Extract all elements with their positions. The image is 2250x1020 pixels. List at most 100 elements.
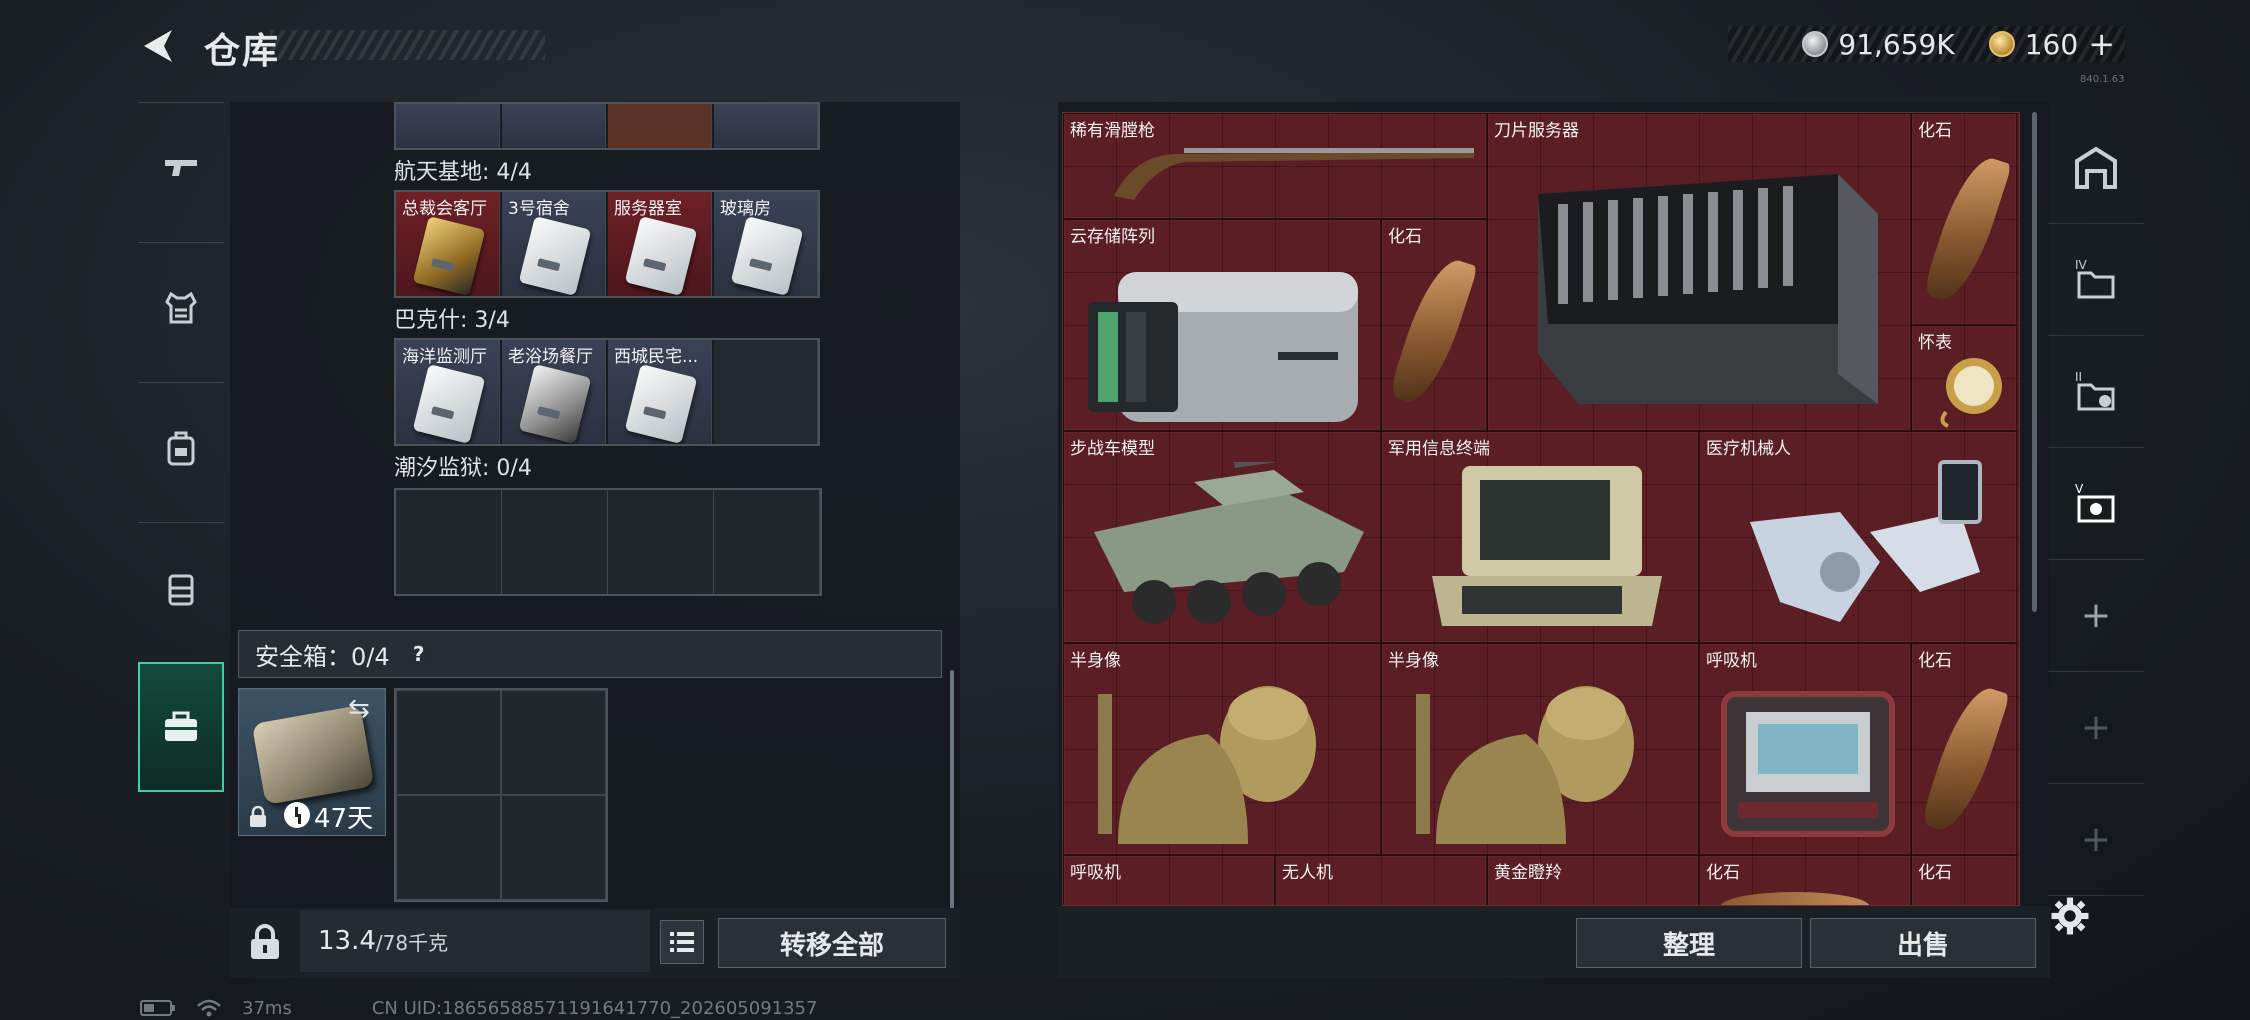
- right-scrollbar[interactable]: [2032, 112, 2037, 612]
- keycard-empty-slot[interactable]: [608, 490, 714, 594]
- item-bust[interactable]: 半身像: [1381, 643, 1699, 855]
- keycard-slot[interactable]: [396, 104, 500, 148]
- fossil-image: [1919, 680, 2011, 838]
- item-ventilator[interactable]: 呼吸机: [1063, 855, 1275, 905]
- medical-robot-image: [1750, 460, 1982, 622]
- item-medical-robot[interactable]: 医疗机械人: [1699, 431, 2017, 643]
- item-name: 半身像: [1070, 651, 1121, 671]
- ping-label: 37ms: [242, 997, 292, 1019]
- item-cloud-storage[interactable]: 云存储阵列: [1063, 219, 1381, 431]
- item-pocket-watch[interactable]: 怀表: [1911, 325, 2017, 431]
- nav-tab-safe-box[interactable]: [138, 662, 224, 792]
- nav-tab-vest[interactable]: [138, 522, 224, 652]
- item-name: 黄金瞪羚: [1494, 863, 1562, 883]
- item-fossil[interactable]: 化石: [1911, 113, 2017, 325]
- add-storage-button[interactable]: +: [2048, 784, 2144, 896]
- item-ventilator[interactable]: 呼吸机: [1699, 643, 1911, 855]
- fossil-image: [1720, 892, 1870, 905]
- item-name: 呼吸机: [1706, 651, 1757, 671]
- military-terminal-image: [1432, 466, 1662, 626]
- safe-slot[interactable]: [501, 795, 606, 900]
- keycard-empty-slot[interactable]: [714, 340, 818, 444]
- safe-box-label: 安全箱：0/4: [255, 642, 390, 671]
- safe-box-header: 安全箱：0/4 ?: [238, 630, 942, 678]
- keycard-row-tidal-prison: [394, 488, 822, 596]
- item-blade-server[interactable]: 刀片服务器: [1487, 113, 1911, 431]
- keycard-empty-slot[interactable]: [714, 490, 820, 594]
- folder-ii-icon: II: [2075, 370, 2115, 410]
- item-rare-musket[interactable]: 稀有滑膛枪: [1063, 113, 1487, 219]
- nav-storage-main[interactable]: [2048, 112, 2144, 224]
- add-currency-button[interactable]: +: [2088, 25, 2115, 63]
- help-button[interactable]: ?: [403, 639, 434, 669]
- currency-bar: 91,659K 160 +: [1728, 25, 2125, 63]
- keycard-item[interactable]: 3号宿舍: [502, 192, 606, 296]
- keycard-name: 海洋监测厅: [402, 347, 487, 367]
- nav-tab-backpack[interactable]: [138, 382, 224, 512]
- item-fossil[interactable]: 化石: [1381, 219, 1487, 431]
- item-golden-gazelle[interactable]: 黄金瞪羚: [1487, 855, 1699, 905]
- location-label-bakhsh: 巴克什: 3/4: [394, 308, 510, 333]
- battery-icon: [140, 1000, 175, 1016]
- nav-storage-4[interactable]: IV: [2048, 224, 2144, 336]
- silver-currency-amount: 91,659K: [1838, 27, 1955, 61]
- musket-image: [1114, 148, 1474, 200]
- item-fossil[interactable]: 化石: [1699, 855, 1911, 905]
- lock-icon[interactable]: [248, 924, 282, 962]
- item-drone[interactable]: 无人机: [1275, 855, 1487, 905]
- back-button[interactable]: [138, 24, 182, 68]
- item-name: 化石: [1918, 651, 1952, 671]
- add-storage-button[interactable]: +: [2048, 560, 2144, 672]
- item-name: 云存储阵列: [1070, 227, 1155, 247]
- keycard-item[interactable]: 总裁会客厅: [396, 192, 500, 296]
- page-title: 仓库: [204, 31, 281, 72]
- sell-button[interactable]: 出售: [1810, 918, 2036, 968]
- storage-array-image: [1088, 272, 1358, 422]
- keycard-slot[interactable]: [608, 104, 712, 148]
- safe-slot[interactable]: [501, 690, 606, 795]
- capacity-current: 13.4: [318, 926, 376, 956]
- item-bust[interactable]: 半身像: [1063, 643, 1381, 855]
- nav-storage-5[interactable]: V: [2048, 448, 2144, 560]
- item-fossil[interactable]: 化石: [1911, 643, 2017, 855]
- item-name: 呼吸机: [1070, 863, 1121, 883]
- keycard-item[interactable]: 海洋监测厅: [396, 340, 500, 444]
- nav-tab-weapon[interactable]: [138, 102, 224, 232]
- equipment-category-nav: [138, 102, 228, 812]
- item-name: 怀表: [1918, 333, 1952, 353]
- item-name: 化石: [1706, 863, 1740, 883]
- wifi-icon: [197, 999, 221, 1017]
- item-ifv-model[interactable]: 步战车模型: [1063, 431, 1381, 643]
- keycard-item[interactable]: 玻璃房: [714, 192, 818, 296]
- keycard-slot[interactable]: [714, 104, 818, 148]
- nav-tab-armor[interactable]: [138, 242, 224, 372]
- keycard-empty-slot[interactable]: [502, 490, 608, 594]
- keycard-row-bakhsh: 海洋监测厅 老浴场餐厅 西城民宅...: [394, 338, 820, 446]
- list-view-button[interactable]: [660, 920, 704, 964]
- item-fossil[interactable]: 化石: [1911, 855, 2017, 905]
- swap-icon[interactable]: ⇆: [348, 694, 370, 724]
- transfer-all-button[interactable]: 转移全部: [718, 918, 946, 968]
- gold-coin-icon: [1988, 31, 2015, 57]
- keycard-empty-slot[interactable]: [396, 490, 502, 594]
- settings-button[interactable]: [2048, 894, 2098, 944]
- armor-icon: [165, 291, 197, 323]
- keycard-image: [412, 363, 486, 444]
- keycard-image: [624, 363, 698, 444]
- version-label: 840.1.63: [2080, 74, 2125, 85]
- keycard-item[interactable]: 老浴场餐厅: [502, 340, 606, 444]
- item-military-terminal[interactable]: 军用信息终端: [1381, 431, 1699, 643]
- keycard-item[interactable]: 西城民宅...: [608, 340, 712, 444]
- keycard-slot[interactable]: [502, 104, 606, 148]
- keycard-item[interactable]: 服务器室: [608, 192, 712, 296]
- backpack-icon: [167, 431, 195, 465]
- add-storage-button[interactable]: +: [2048, 672, 2144, 784]
- keycard-name: 3号宿舍: [508, 199, 570, 219]
- left-scrollbar[interactable]: [950, 670, 954, 910]
- safe-slot[interactable]: [396, 690, 501, 795]
- sort-button[interactable]: 整理: [1576, 918, 1802, 968]
- gear-icon: [2051, 897, 2089, 935]
- safe-slot[interactable]: [396, 795, 501, 900]
- location-label-tidal-prison: 潮汐监狱: 0/4: [394, 456, 532, 481]
- nav-storage-2[interactable]: II: [2048, 336, 2144, 448]
